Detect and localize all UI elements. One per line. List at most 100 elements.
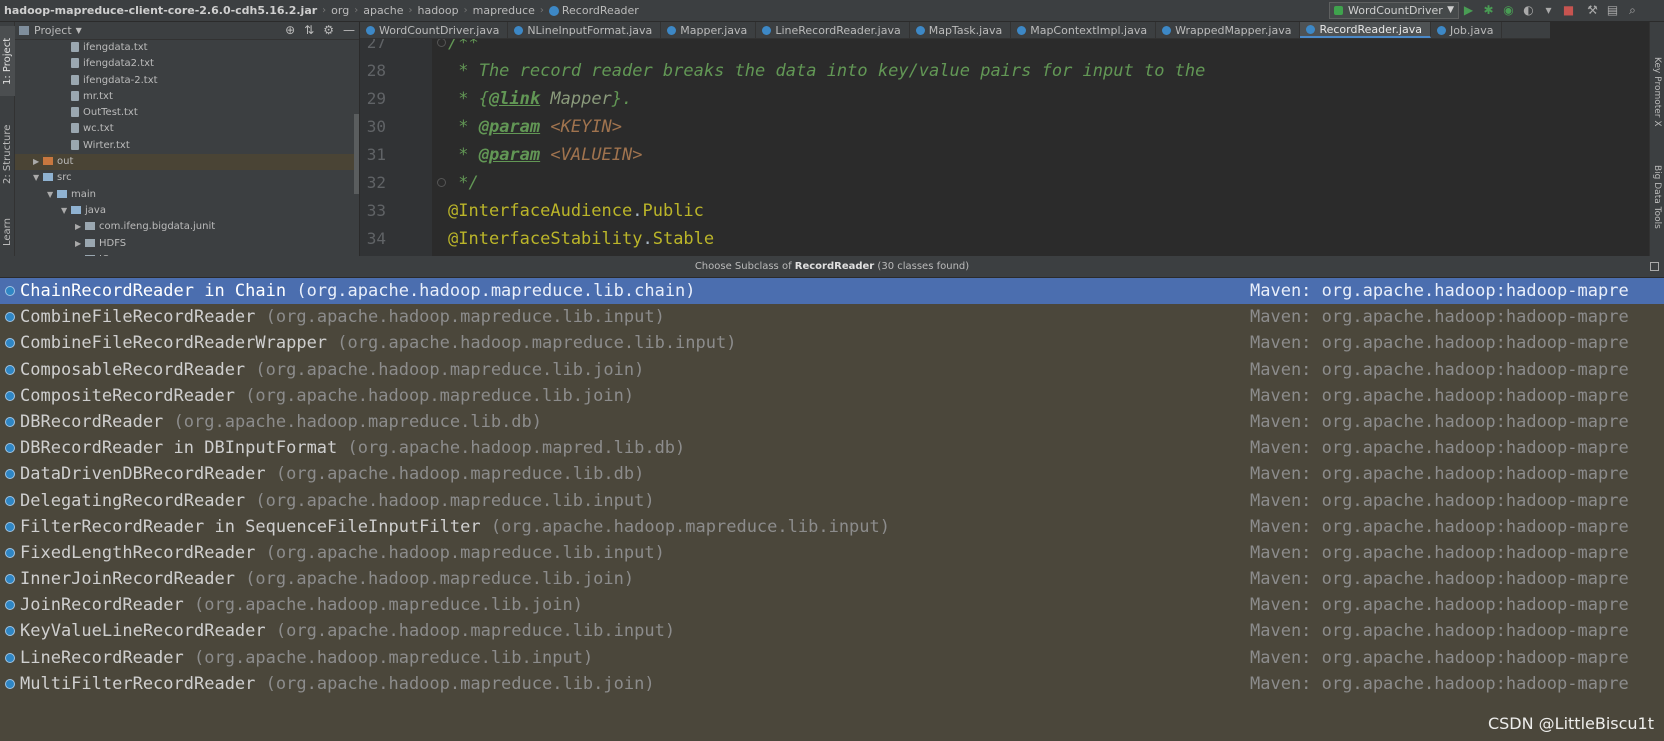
breadcrumb-label: hadoop — [417, 4, 459, 17]
tab-learn-tool[interactable]: Learn — [0, 212, 15, 252]
tree-item[interactable]: ifengdata2.txt — [15, 56, 359, 72]
tree-item[interactable]: ▶ HDFS — [15, 236, 359, 252]
subclass-list-item[interactable]: ComposableRecordReader (org.apache.hadoo… — [0, 357, 1664, 383]
editor-tab[interactable]: Mapper.java — [661, 22, 757, 38]
breadcrumb-item[interactable]: hadoop-mapreduce-client-core-2.6.0-cdh5.… — [0, 4, 319, 17]
run-icon[interactable]: ▶ — [1461, 3, 1476, 18]
tab-structure-tool[interactable]: 2: Structure — [0, 114, 15, 194]
code-token: @link — [488, 89, 541, 109]
breadcrumb-item[interactable]: RecordReader — [547, 4, 641, 17]
breadcrumb-item[interactable]: org — [329, 4, 351, 17]
line-number: 30 — [366, 117, 386, 136]
tree-item-label: main — [71, 188, 96, 200]
subclass-list-item[interactable]: FixedLengthRecordReader (org.apache.hado… — [0, 540, 1664, 566]
debug-icon[interactable]: ✱ — [1481, 3, 1496, 18]
run-configuration-select[interactable]: WordCountDriver ▼ — [1329, 2, 1459, 19]
tree-item[interactable]: ▼ main — [15, 187, 359, 203]
editor-tab[interactable]: Job.java — [1431, 22, 1503, 38]
fold-marker-icon[interactable] — [437, 39, 446, 47]
chevron-right-icon[interactable]: ▶ — [75, 219, 85, 235]
editor-tab[interactable]: WrappedMapper.java — [1156, 22, 1301, 38]
project-structure-icon[interactable]: ▤ — [1605, 3, 1620, 18]
subclass-list-item[interactable]: FilterRecordReader in SequenceFileInputF… — [0, 514, 1664, 540]
editor-tab-label: NLineInputFormat.java — [527, 23, 653, 37]
line-number: 33 — [366, 201, 386, 220]
fold-marker-icon[interactable] — [437, 178, 446, 187]
editor-tab[interactable]: MapTask.java — [910, 22, 1012, 38]
editor-tabs: WordCountDriver.java NLineInputFormat.jav… — [360, 22, 1550, 39]
subclass-list-item[interactable]: JoinRecordReader (org.apache.hadoop.mapr… — [0, 592, 1664, 618]
tree-item[interactable]: OutTest.txt — [15, 105, 359, 121]
tree-item[interactable]: ifengdata-2.txt — [15, 73, 359, 89]
pin-icon[interactable] — [1650, 262, 1659, 271]
subclass-list-item[interactable]: MultiFilterRecordReader (org.apache.hado… — [0, 671, 1664, 697]
code-editor[interactable]: 27 /** 28 * The record reader breaks the d… — [360, 39, 1550, 256]
tree-item[interactable]: ifengdata.txt — [15, 40, 359, 56]
subclass-list-item[interactable]: CompositeRecordReader (org.apache.hadoop… — [0, 383, 1664, 409]
editor-tab[interactable]: NLineInputFormat.java — [508, 22, 662, 38]
hide-icon[interactable]: — — [343, 22, 355, 39]
subclass-list-item[interactable]: DataDrivenDBRecordReader (org.apache.had… — [0, 461, 1664, 487]
chevron-down-icon[interactable]: ▼ — [76, 26, 82, 35]
build-icon[interactable]: ⚒ — [1585, 3, 1600, 18]
tab-project-tool[interactable]: 1: Project — [0, 26, 15, 96]
editor-tab[interactable]: WordCountDriver.java — [360, 22, 509, 38]
tree-item[interactable]: wc.txt — [15, 121, 359, 137]
package-label: (org.apache.hadoop.mapreduce.lib.join) — [245, 385, 635, 406]
chevron-down-icon[interactable]: ▼ — [33, 170, 43, 186]
code-text: /** — [448, 39, 479, 57]
tree-item[interactable]: Wirter.txt — [15, 138, 359, 154]
project-panel-title[interactable]: Project — [34, 24, 72, 37]
breadcrumb-item[interactable]: hadoop — [415, 4, 460, 17]
profile-icon[interactable]: ◐ — [1521, 3, 1536, 18]
subclass-list-item[interactable]: ChainRecordReader in Chain (org.apache.h… — [0, 278, 1664, 305]
subclass-list-item[interactable]: DelegatingRecordReader (org.apache.hadoo… — [0, 488, 1664, 514]
editor-tab[interactable]: LineRecordReader.java — [756, 22, 910, 38]
project-panel: Project ▼ ⊕ ⇅ ⚙ — ifengdata.txt ifengdata… — [15, 22, 360, 256]
package-label: (org.apache.hadoop.mapreduce.lib.input) — [337, 333, 737, 354]
class-icon — [5, 547, 15, 558]
subclass-name: CombineFileRecordReader (org.apache.hado… — [20, 304, 665, 330]
tree-item[interactable]: ▼ java — [15, 203, 359, 219]
class-icon — [5, 495, 15, 506]
class-name-label: CompositeRecordReader — [20, 385, 235, 406]
stop-icon[interactable]: ■ — [1561, 3, 1576, 18]
search-everywhere-icon[interactable]: ⌕ — [1625, 3, 1640, 18]
more-run-icon[interactable]: ▾ — [1541, 3, 1556, 18]
breadcrumb-item[interactable]: mapreduce — [471, 4, 537, 17]
maven-library-label: Maven: org.apache.hadoop:hadoop-mapre — [1250, 542, 1629, 563]
subclass-list-item[interactable]: DBRecordReader (org.apache.hadoop.mapred… — [0, 409, 1664, 435]
package-label: (org.apache.hadoop.mapreduce.lib.join) — [245, 569, 635, 590]
tree-item[interactable]: mr.txt — [15, 89, 359, 105]
tree-item[interactable]: ▼ src — [15, 170, 359, 186]
editor-tab[interactable]: MapContextImpl.java — [1011, 22, 1157, 38]
tree-item[interactable]: ▶ out — [15, 154, 359, 171]
project-scrollbar[interactable] — [354, 114, 359, 194]
java-class-icon — [1436, 25, 1446, 35]
class-icon — [5, 338, 15, 349]
subclass-list-item[interactable]: DBRecordReader in DBInputFormat (org.apa… — [0, 435, 1664, 461]
subclass-list-item[interactable]: LineRecordReader (org.apache.hadoop.mapr… — [0, 645, 1664, 671]
tab-big-data-tools[interactable]: Big Data Tools — [1650, 147, 1664, 247]
collapse-all-icon[interactable]: ⇅ — [304, 22, 314, 39]
gear-icon[interactable]: ⚙ — [323, 22, 334, 39]
tab-key-promoter[interactable]: Key Promoter X — [1650, 42, 1664, 142]
chevron-down-icon[interactable]: ▼ — [47, 187, 57, 203]
subclass-list-item[interactable]: InnerJoinRecordReader (org.apache.hadoop… — [0, 566, 1664, 592]
code-line: 34 @InterfaceStability.Stable — [360, 225, 1550, 253]
breadcrumb-item[interactable]: apache — [361, 4, 405, 17]
popup-title-class: RecordReader — [794, 261, 875, 272]
code-line: 32 */ — [360, 169, 1550, 197]
left-tool-stripe: 1: Project 2: Structure Learn — [0, 22, 15, 256]
chevron-down-icon[interactable]: ▼ — [61, 203, 71, 219]
subclass-list-item[interactable]: KeyValueLineRecordReader (org.apache.had… — [0, 618, 1664, 644]
chevron-right-icon[interactable]: ▶ — [33, 154, 43, 170]
subclass-list-item[interactable]: CombineFileRecordReader (org.apache.hado… — [0, 304, 1664, 330]
editor-tab[interactable]: RecordReader.java — [1300, 22, 1431, 38]
chevron-right-icon[interactable]: ▶ — [75, 236, 85, 252]
coverage-icon[interactable]: ◉ — [1501, 3, 1516, 18]
maven-library-label: Maven: org.apache.hadoop:hadoop-mapre — [1250, 307, 1629, 328]
tree-item[interactable]: ▶ com.ifeng.bigdata.junit — [15, 219, 359, 235]
subclass-list-item[interactable]: CombineFileRecordReaderWrapper (org.apac… — [0, 330, 1664, 356]
locate-icon[interactable]: ⊕ — [285, 22, 295, 39]
